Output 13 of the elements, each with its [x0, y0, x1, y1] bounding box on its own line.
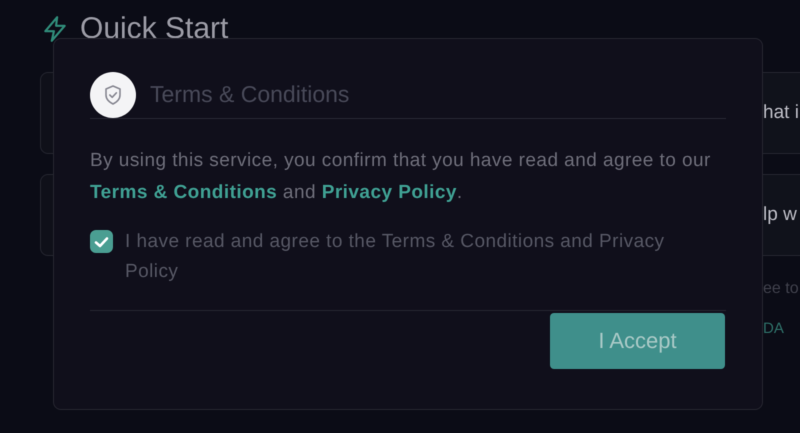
- terms-link[interactable]: Privacy Policy: [322, 182, 457, 203]
- consent-checkbox[interactable]: [90, 230, 113, 253]
- lightning-icon: [42, 15, 68, 43]
- terms-link[interactable]: Terms & Conditions: [90, 182, 278, 203]
- page-title: Quick Start: [80, 12, 228, 46]
- shield-check-icon: [90, 72, 136, 118]
- terms-message: By using this service, you confirm that you have read and agree to our Terms & Conditions and Privacy Policy.: [90, 149, 712, 205]
- consent-label: I have read and agree to the Terms & Conditions and Privacy Policy: [125, 230, 666, 284]
- link[interactable]: DA: [763, 320, 800, 337]
- question-card[interactable]: lp w: [763, 174, 800, 256]
- question-card[interactable]: hat i: [763, 72, 800, 154]
- dialog-title: Terms & Conditions: [150, 81, 350, 108]
- checkmark-icon: [94, 236, 109, 248]
